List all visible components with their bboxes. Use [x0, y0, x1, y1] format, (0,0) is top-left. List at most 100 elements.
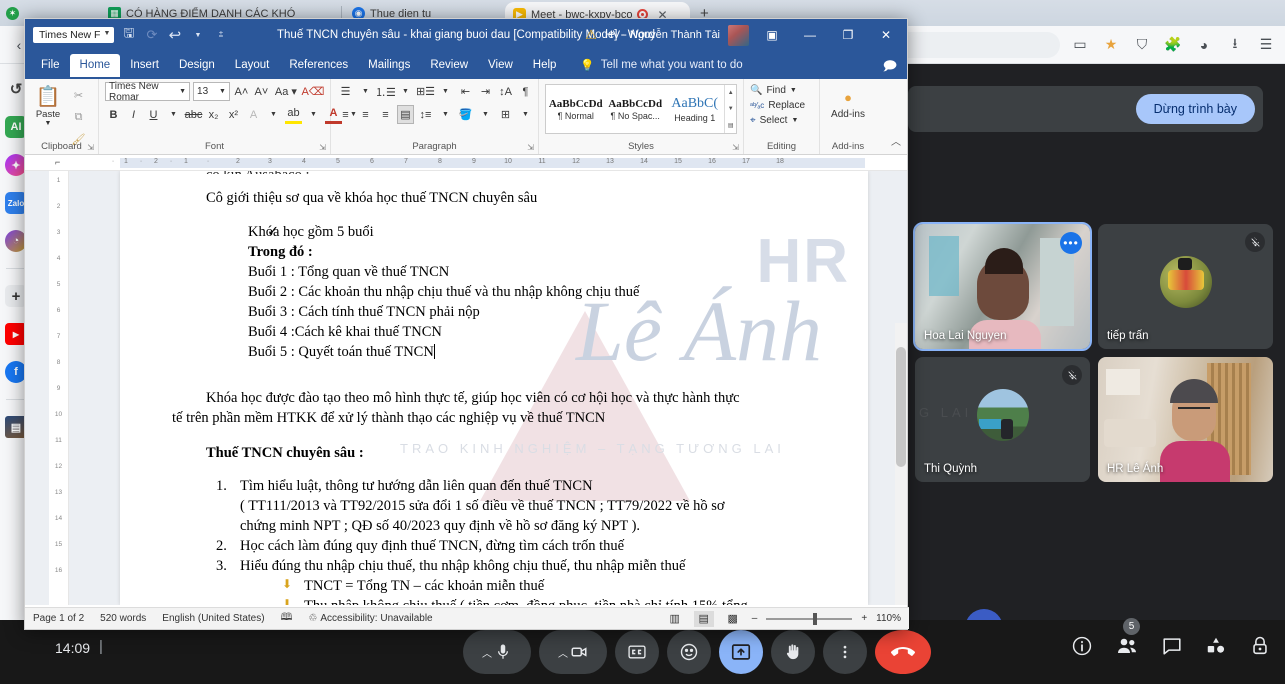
people-button[interactable]: 5 — [1115, 634, 1139, 663]
download-icon[interactable]: ⭳ — [1224, 34, 1246, 56]
tab-insert[interactable]: Insert — [120, 54, 169, 77]
chat-button[interactable] — [1161, 635, 1183, 662]
page-indicator[interactable]: Page 1 of 2 — [33, 613, 84, 624]
participant-tile[interactable]: G LAI Thi Quỳnh — [915, 357, 1090, 482]
more-styles-icon[interactable]: ▤ — [725, 117, 736, 133]
shrink-font-icon[interactable]: A˅ — [253, 82, 270, 101]
sort-icon[interactable]: ↕A — [497, 82, 514, 101]
justify-icon[interactable]: ▤ — [397, 105, 414, 124]
text-effects-icon[interactable]: A — [245, 105, 262, 124]
avatar[interactable] — [728, 25, 749, 46]
language-indicator[interactable]: English (United States) — [162, 613, 264, 624]
chevron-up-icon[interactable]: ︿ — [558, 645, 568, 660]
horizontal-ruler[interactable]: ⌐ · 1 · 2 · 1 · 2 3 4 5 6 7 8 9 10 11 12 — [25, 155, 907, 171]
multilevel-list-icon[interactable]: ⊞☰ — [417, 82, 434, 101]
bullets-icon[interactable]: ☰ — [337, 82, 354, 101]
tab-references[interactable]: References — [279, 54, 358, 77]
print-layout-button[interactable]: ▤ — [694, 611, 714, 627]
bold-button[interactable]: B — [105, 105, 122, 124]
tab-file[interactable]: File — [31, 54, 70, 77]
read-mode-button[interactable]: ▥ — [665, 611, 685, 627]
font-name-input[interactable]: Times New Romar ▼ — [105, 82, 190, 101]
underline-button[interactable]: U — [145, 105, 162, 124]
chevron-down-icon[interactable]: ▼ — [265, 105, 282, 124]
zoom-in-button[interactable]: + — [861, 613, 867, 624]
font-size-input[interactable]: 13 ▼ — [193, 82, 230, 101]
paste-label[interactable]: Paste — [36, 109, 60, 120]
find-button[interactable]: 🔍 Find ▼ — [750, 85, 813, 96]
undo-icon[interactable]: ↩ — [166, 26, 183, 44]
comments-icon[interactable]: 🗩 — [883, 57, 897, 79]
host-controls-button[interactable] — [1249, 635, 1271, 662]
copy-icon[interactable]: ⧉ — [70, 108, 87, 127]
dialog-launcher-icon[interactable]: ⇲ — [87, 143, 94, 152]
captions-button[interactable] — [615, 630, 659, 674]
chevron-down-icon[interactable]: ▼ — [477, 105, 494, 124]
chevron-up-icon[interactable]: ︿ — [482, 645, 492, 660]
web-layout-button[interactable]: ▩ — [723, 611, 743, 627]
leave-call-button[interactable] — [875, 630, 931, 674]
scroll-down-icon[interactable]: ▼ — [725, 101, 736, 117]
style-no-spacing[interactable]: AaBbCcDd ¶ No Spac... — [605, 85, 664, 133]
chevron-down-icon[interactable]: ▼ — [357, 82, 374, 101]
chevron-down-icon[interactable]: ▼ — [437, 105, 454, 124]
tab-mailings[interactable]: Mailings — [358, 54, 420, 77]
dialog-launcher-icon[interactable]: ⇲ — [319, 143, 326, 152]
strikethrough-button[interactable]: abc — [185, 105, 202, 124]
tab-help[interactable]: Help — [523, 54, 567, 77]
chevron-down-icon[interactable]: ▼ — [397, 82, 414, 101]
numbering-icon[interactable]: ⒈☰ — [377, 82, 394, 101]
collapse-ribbon-icon[interactable]: ︿ — [891, 133, 901, 148]
account-name[interactable]: HV - Nguyễn Thành Tài — [605, 29, 720, 41]
change-case-icon[interactable]: Aa ▾ — [273, 82, 299, 101]
chevron-down-icon[interactable]: ▼ — [189, 32, 206, 39]
dialog-launcher-icon[interactable]: ⇲ — [732, 143, 739, 152]
zoom-thumb[interactable] — [813, 613, 817, 625]
word-count[interactable]: 520 words — [100, 613, 146, 624]
scrollbar-thumb[interactable] — [896, 347, 906, 467]
style-normal[interactable]: AaBbCcDd ¶ Normal — [546, 85, 605, 133]
cast-icon[interactable]: ▭ — [1069, 34, 1091, 56]
text-highlight-icon[interactable]: ab — [285, 105, 302, 124]
activities-button[interactable] — [1205, 635, 1227, 662]
camera-button[interactable]: ︿ — [539, 630, 607, 674]
tab-view[interactable]: View — [478, 54, 523, 77]
tile-more-options-button[interactable]: ••• — [1060, 232, 1082, 254]
chevron-down-icon[interactable]: ▼ — [104, 30, 111, 37]
tab-layout[interactable]: Layout — [225, 54, 280, 77]
cut-icon[interactable]: ✂ — [70, 86, 87, 105]
tab-review[interactable]: Review — [420, 54, 478, 77]
scroll-up-icon[interactable]: ▲ — [725, 85, 736, 101]
reactions-button[interactable] — [667, 630, 711, 674]
ribbon-display-options-button[interactable]: ▣ — [757, 28, 787, 42]
increase-indent-icon[interactable]: ⇥ — [477, 82, 494, 101]
zoom-slider[interactable] — [766, 613, 852, 625]
chevron-down-icon[interactable]: ▼ — [305, 105, 322, 124]
show-formatting-icon[interactable]: ¶ — [517, 82, 534, 101]
replace-button[interactable]: ᵃᵇ⁄ₐc Replace — [750, 100, 813, 111]
add-ins-button[interactable]: ● Add-ins — [826, 82, 870, 120]
align-center-icon[interactable]: ≡ — [357, 105, 374, 124]
meeting-details-button[interactable] — [1071, 635, 1093, 662]
subscript-button[interactable]: x₂ — [205, 105, 222, 124]
document-page[interactable]: HR Lê Ánh TRAO KINH NGHIỆM – TẠNG TƯƠNG … — [120, 171, 868, 605]
raise-hand-button[interactable] — [771, 630, 815, 674]
tab-design[interactable]: Design — [169, 54, 225, 77]
clear-formatting-icon[interactable]: A⌫ — [302, 82, 324, 101]
microphone-button[interactable]: ︿ — [463, 630, 531, 674]
customize-icon[interactable]: ⩲ — [212, 30, 229, 40]
present-button[interactable] — [719, 630, 763, 674]
tell-me-box[interactable]: 💡 Tell me what you want to do — [580, 58, 742, 72]
maximize-button[interactable]: ❐ — [833, 28, 863, 42]
italic-button[interactable]: I — [125, 105, 142, 124]
chevron-down-icon[interactable]: ▼ — [517, 105, 534, 124]
tab-stop-selector[interactable]: ⌐ — [55, 157, 60, 167]
chevron-down-icon[interactable]: ▼ — [437, 82, 454, 101]
chevron-down-icon[interactable]: ▼ — [791, 117, 798, 124]
stop-presenting-button[interactable]: Dừng trình bày — [1136, 94, 1255, 124]
decrease-indent-icon[interactable]: ⇤ — [457, 82, 474, 101]
superscript-button[interactable]: x² — [225, 105, 242, 124]
line-spacing-icon[interactable]: ↕≡ — [417, 105, 434, 124]
chevron-down-icon[interactable]: ▼ — [219, 88, 226, 95]
chevron-down-icon[interactable]: ▼ — [790, 87, 797, 94]
